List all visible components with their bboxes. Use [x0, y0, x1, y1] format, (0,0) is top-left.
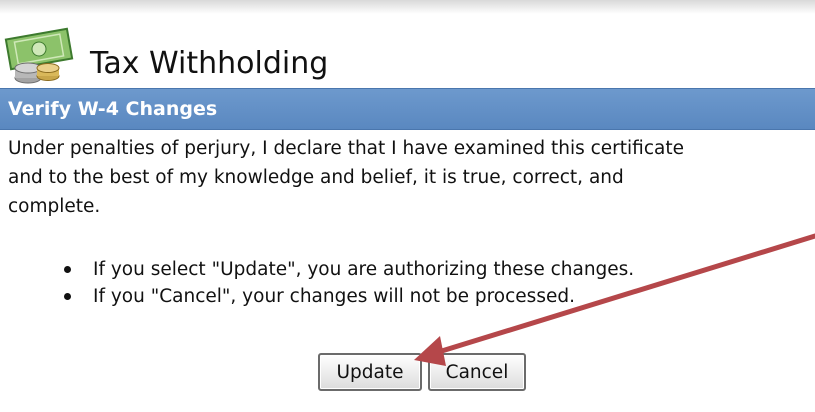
note-text: If you "Cancel", your changes will not b… [93, 286, 575, 307]
page-header: Tax Withholding [0, 18, 815, 84]
declaration-text: Under penalties of perjury, I declare th… [8, 138, 684, 217]
update-button[interactable]: Update [318, 353, 422, 391]
window-top-shadow [0, 0, 815, 14]
bullet-icon [64, 266, 71, 273]
section-header: Verify W-4 Changes [0, 88, 815, 130]
notes-list: If you select "Update", you are authoriz… [64, 256, 634, 310]
list-item: If you "Cancel", your changes will not b… [64, 283, 634, 310]
money-coins-icon [4, 24, 78, 86]
note-text: If you select "Update", you are authoriz… [93, 259, 635, 280]
list-item: If you select "Update", you are authoriz… [64, 256, 634, 283]
cancel-button[interactable]: Cancel [428, 353, 526, 391]
page-title: Tax Withholding [90, 46, 329, 81]
section-title: Verify W-4 Changes [8, 98, 218, 120]
bullet-icon [64, 293, 71, 300]
